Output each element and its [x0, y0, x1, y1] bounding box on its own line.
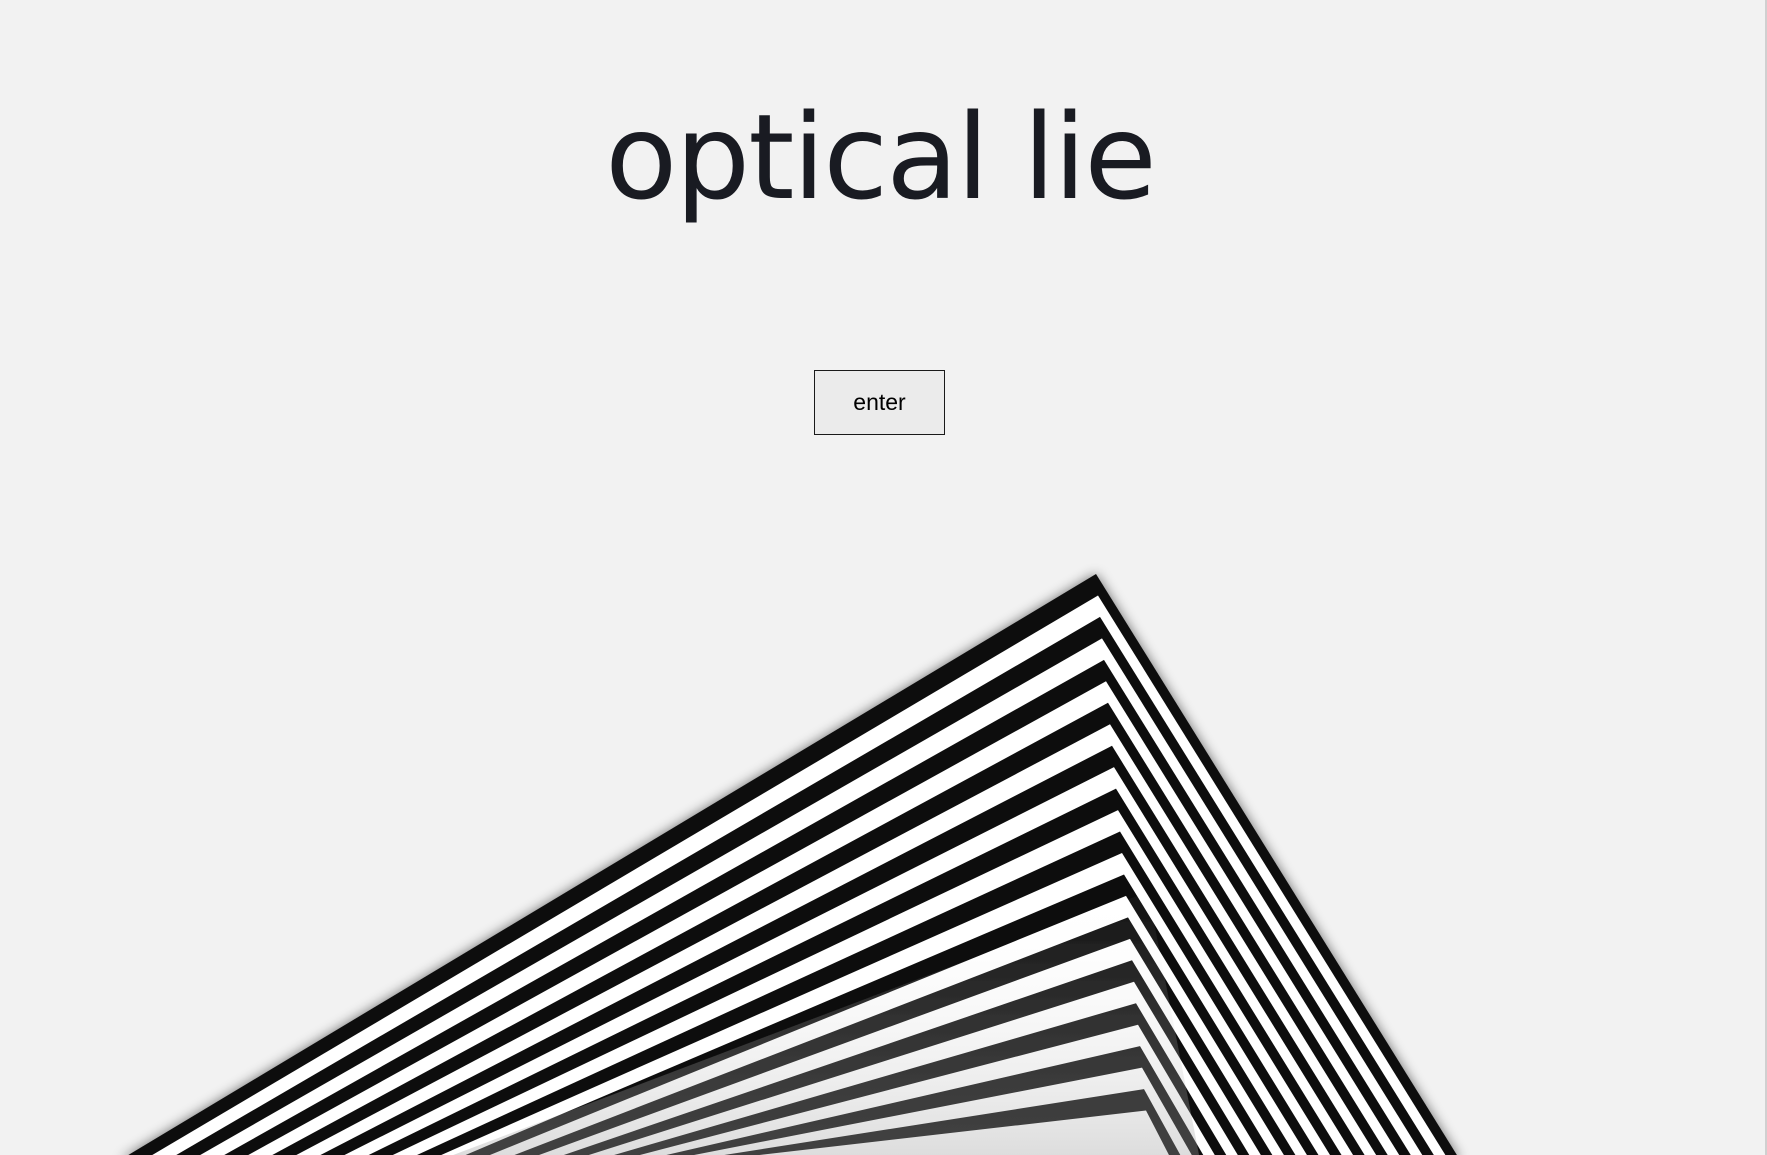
optical-illusion-artwork	[128, 574, 1457, 1155]
landing-page: optical lie enter	[0, 0, 1767, 1155]
